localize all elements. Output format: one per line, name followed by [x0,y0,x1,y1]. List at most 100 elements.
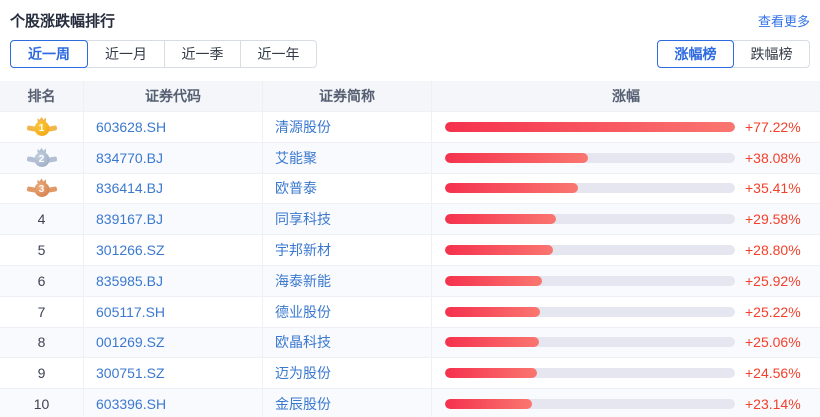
view-more-link[interactable]: 查看更多 [758,11,810,30]
table-row[interactable]: 1 603628.SH清源股份 +77.22% [0,112,820,143]
change-value: +24.56% [745,365,801,381]
silver-medal-icon: 2 [26,148,58,168]
stock-code-link[interactable]: 001269.SZ [84,328,263,358]
change-bar [445,368,537,378]
change-cell: +77.22% [432,112,820,142]
change-value: +28.80% [745,242,801,258]
change-bar [445,337,539,347]
change-bar-track [445,276,735,286]
change-bar-track [445,399,735,409]
stock-code-link[interactable]: 301266.SZ [84,235,263,265]
rank-cell: 3 [0,174,84,204]
period-tab-1[interactable]: 近一月 [88,41,164,67]
stock-code-link[interactable]: 603396.SH [84,389,263,417]
change-bar-track [445,307,735,317]
change-value: +23.14% [745,396,801,412]
stock-code-link[interactable]: 605117.SH [84,297,263,327]
change-bar-track [445,337,735,347]
gold-medal-icon: 1 [26,117,58,137]
stock-code-link[interactable]: 300751.SZ [84,358,263,388]
rank-cell: 2 [0,143,84,173]
rank-cell: 10 [0,389,84,417]
stock-code-link[interactable]: 835985.BJ [84,266,263,296]
stock-code-link[interactable]: 603628.SH [84,112,263,142]
change-value: +25.22% [745,304,801,320]
rank-cell: 9 [0,358,84,388]
change-bar-track [445,122,735,132]
rank-cell: 4 [0,204,84,234]
change-bar [445,183,578,193]
change-cell: +38.08% [432,143,820,173]
medal-rank-number: 1 [34,121,49,136]
board-tab-group: 涨幅榜跌幅榜 [657,40,810,68]
rank-cell: 6 [0,266,84,296]
change-value: +77.22% [745,119,801,135]
change-bar [445,245,553,255]
change-bar-track [445,245,735,255]
stock-name-link[interactable]: 同享科技 [263,204,432,234]
period-tab-group: 近一周近一月近一季近一年 [10,40,317,68]
table-row[interactable]: 2 834770.BJ艾能聚 +38.08% [0,143,820,174]
stock-code-link[interactable]: 834770.BJ [84,143,263,173]
change-bar [445,307,540,317]
change-value: +38.08% [745,150,801,166]
change-bar-track [445,368,735,378]
stock-name-link[interactable]: 德业股份 [263,297,432,327]
board-tab-0[interactable]: 涨幅榜 [657,40,734,68]
rank-cell: 5 [0,235,84,265]
change-bar-track [445,183,735,193]
rank-cell: 8 [0,328,84,358]
stock-name-link[interactable]: 欧普泰 [263,174,432,204]
table-row[interactable]: 10603396.SH金辰股份 +23.14% [0,389,820,417]
board-tab-1[interactable]: 跌幅榜 [734,41,809,67]
stock-name-link[interactable]: 迈为股份 [263,358,432,388]
table-row[interactable]: 6835985.BJ海泰新能 +25.92% [0,266,820,297]
change-bar [445,153,588,163]
stock-name-link[interactable]: 清源股份 [263,112,432,142]
change-bar-track [445,214,735,224]
change-value: +35.41% [745,180,801,196]
table-row[interactable]: 9300751.SZ迈为股份 +24.56% [0,358,820,389]
table-row[interactable]: 4839167.BJ同享科技 +29.58% [0,204,820,235]
change-cell: +25.92% [432,266,820,296]
table-body: 1 603628.SH清源股份 +77.22% 2 834770.BJ艾能聚 +38.08… [0,112,820,417]
stock-name-link[interactable]: 宇邦新材 [263,235,432,265]
stock-name-link[interactable]: 金辰股份 [263,389,432,417]
change-cell: +28.80% [432,235,820,265]
change-value: +29.58% [745,211,801,227]
table-header-row: 排名证券代码证券简称涨幅 [0,81,820,112]
stock-code-link[interactable]: 839167.BJ [84,204,263,234]
table-row[interactable]: 3 836414.BJ欧普泰 +35.41% [0,174,820,205]
change-bar [445,122,735,132]
table-row[interactable]: 8001269.SZ欧晶科技 +25.06% [0,328,820,359]
change-bar [445,214,556,224]
medal-rank-number: 2 [34,152,49,167]
change-cell: +29.58% [432,204,820,234]
stock-name-link[interactable]: 欧晶科技 [263,328,432,358]
change-value: +25.92% [745,273,801,289]
change-cell: +25.22% [432,297,820,327]
stock-name-link[interactable]: 艾能聚 [263,143,432,173]
period-tab-3[interactable]: 近一年 [240,41,316,67]
change-cell: +35.41% [432,174,820,204]
column-header-3: 涨幅 [432,81,820,111]
table-row[interactable]: 7605117.SH德业股份 +25.22% [0,297,820,328]
change-bar-track [445,153,735,163]
rank-cell: 1 [0,112,84,142]
period-tab-2[interactable]: 近一季 [164,41,240,67]
page-title: 个股涨跌幅排行 [10,10,115,31]
stock-name-link[interactable]: 海泰新能 [263,266,432,296]
change-cell: +25.06% [432,328,820,358]
rank-table: 排名证券代码证券简称涨幅 1603628.SH清源股份+77.22%283477… [0,81,820,417]
widget-header: 个股涨跌幅排行 查看更多 近一周近一月近一季近一年 涨幅榜跌幅榜 [0,0,820,68]
column-header-0: 排名 [0,81,84,111]
column-header-1: 证券代码 [84,81,263,111]
column-header-2: 证券简称 [263,81,432,111]
change-value: +25.06% [745,334,801,350]
stock-code-link[interactable]: 836414.BJ [84,174,263,204]
rank-cell: 7 [0,297,84,327]
table-row[interactable]: 5301266.SZ宇邦新材 +28.80% [0,235,820,266]
change-cell: +24.56% [432,358,820,388]
period-tab-0[interactable]: 近一周 [10,40,88,68]
medal-rank-number: 3 [34,182,49,197]
